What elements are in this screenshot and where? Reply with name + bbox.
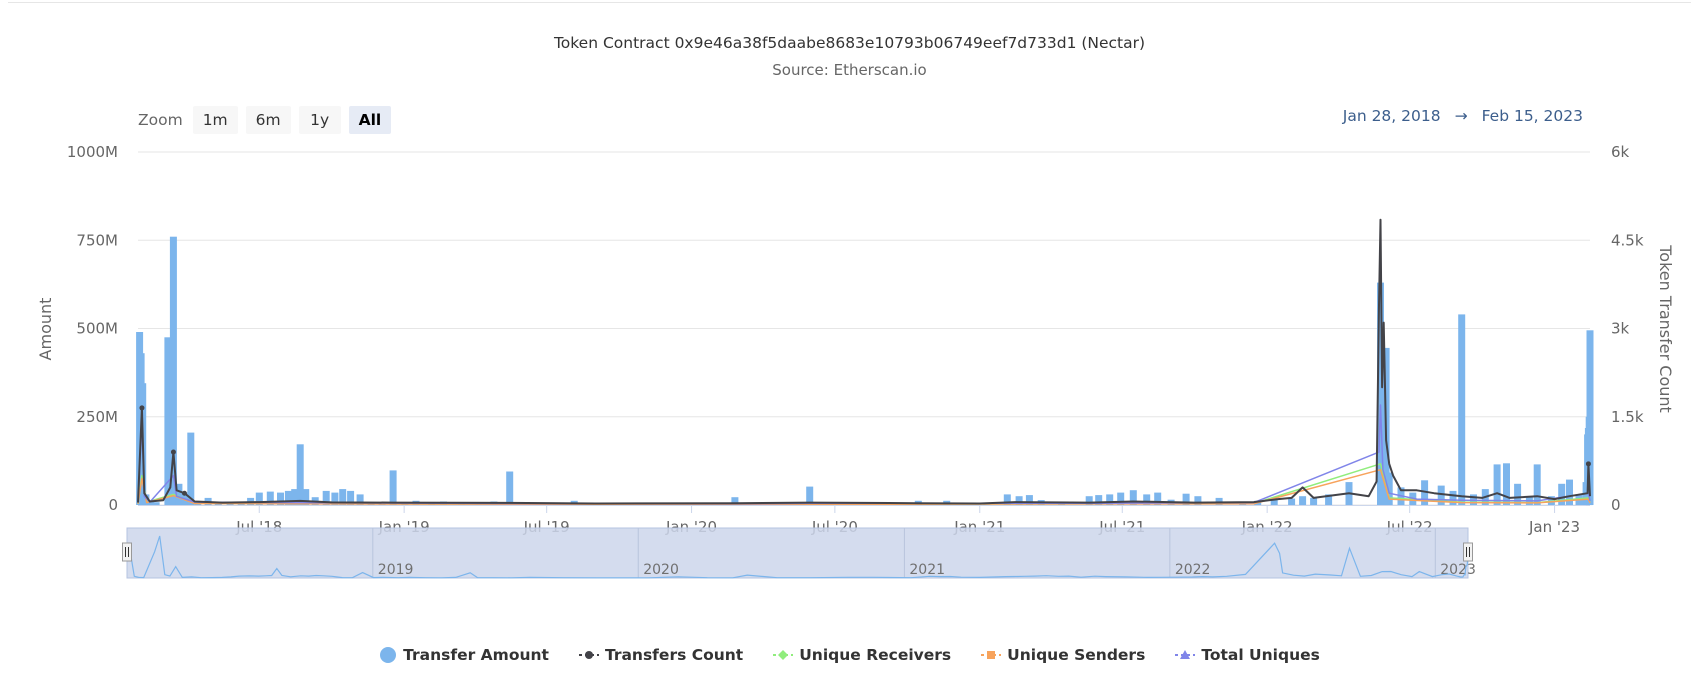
navigator-window	[126, 527, 1469, 579]
series-line-unique-receivers	[137, 463, 1591, 505]
legend: Transfer Amount Transfers Count Unique R…	[0, 646, 1699, 664]
series-line-unique-senders	[137, 468, 1591, 506]
bar	[1310, 497, 1318, 505]
line-square-marker-icon	[981, 651, 1002, 659]
y-tick-label-left: 250M	[76, 408, 118, 426]
bar	[1458, 314, 1466, 505]
series-point	[1585, 461, 1591, 467]
line-diamond-marker-icon	[773, 650, 794, 660]
legend-item-unique-receivers[interactable]: Unique Receivers	[773, 646, 951, 664]
bar	[1493, 464, 1501, 505]
navigator-year-label: 2022	[1175, 562, 1211, 578]
series-point	[170, 449, 176, 455]
bar	[187, 432, 195, 505]
y-tick-label-left: 0	[108, 496, 118, 514]
bar	[506, 471, 514, 505]
legend-label: Transfers Count	[604, 646, 744, 664]
line-circle-marker-icon	[578, 651, 599, 659]
y-tick-label-right: 0	[1611, 496, 1621, 514]
navigator-left-handle[interactable]	[122, 542, 132, 562]
x-tick-label: Jan '23	[1528, 518, 1580, 536]
y-tick-label-right: 4.5k	[1611, 231, 1644, 249]
bar	[1533, 464, 1541, 505]
navigator-year-label: 2023	[1440, 562, 1476, 578]
y-tick-label-right: 1.5k	[1611, 408, 1644, 426]
y-tick-label-right: 3k	[1611, 320, 1630, 338]
y-tick-label-left: 1000M	[67, 143, 118, 161]
y-tick-label-right: 6k	[1611, 143, 1630, 161]
bar	[169, 236, 177, 505]
series-point	[139, 405, 145, 411]
navigator-year-label: 2020	[643, 562, 679, 578]
series-line-transfers-count	[137, 218, 1591, 505]
legend-label: Transfer Amount	[403, 646, 549, 664]
legend-item-unique-senders[interactable]: Unique Senders	[981, 646, 1145, 664]
legend-label: Unique Receivers	[799, 646, 952, 664]
navigator-year-label: 2021	[909, 562, 945, 578]
legend-item-transfer-amount[interactable]: Transfer Amount	[379, 646, 549, 664]
bar	[152, 502, 160, 505]
legend-label: Total Uniques	[1201, 646, 1320, 664]
legend-label: Unique Senders	[1007, 646, 1146, 664]
chart-canvas: 0 250M 500M 750M 1000M 0 1.5k 3k 4.5k 6k Amount Tok…	[36, 143, 1675, 579]
y-axis-title-right: Token Transfer Count	[1656, 244, 1675, 413]
navigator-year-label: 2019	[378, 562, 414, 578]
y-tick-label-left: 500M	[76, 320, 118, 338]
circle-marker-icon	[380, 647, 397, 663]
y-axis-title-left: Amount	[36, 298, 55, 361]
navigator-right-handle[interactable]	[1463, 542, 1473, 562]
bar	[389, 470, 397, 505]
bar	[1299, 496, 1307, 505]
handle-box	[122, 542, 132, 562]
legend-item-total-uniques[interactable]: Total Uniques	[1175, 646, 1320, 664]
series-point	[181, 490, 187, 496]
handle-box	[1463, 542, 1473, 562]
y-tick-label-left: 750M	[76, 231, 118, 249]
legend-item-transfers-count[interactable]: Transfers Count	[578, 646, 744, 664]
bar	[1288, 498, 1296, 505]
line-triangle-marker-icon	[1175, 650, 1196, 659]
bar	[1503, 463, 1510, 505]
